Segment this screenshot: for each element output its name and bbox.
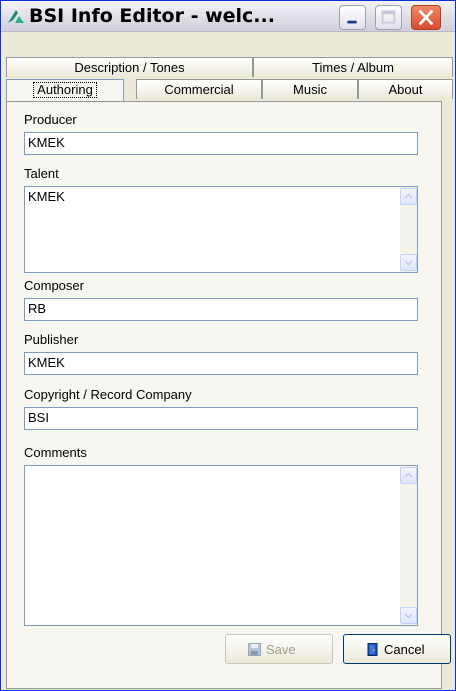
comments-label: Comments bbox=[24, 445, 87, 460]
publisher-label: Publisher bbox=[24, 332, 79, 347]
talent-scrollbar[interactable] bbox=[400, 187, 417, 272]
producer-field[interactable]: KMEK bbox=[24, 132, 418, 155]
scroll-up-button[interactable] bbox=[400, 188, 417, 205]
composer-field[interactable]: RB bbox=[24, 298, 418, 321]
floppy-disk-icon bbox=[248, 643, 261, 656]
copyright-field[interactable]: BSI bbox=[24, 407, 418, 430]
cancel-button[interactable]: Cancel bbox=[343, 634, 451, 664]
chevron-up-icon bbox=[404, 472, 413, 478]
minimize-icon bbox=[347, 20, 357, 24]
exit-door-icon bbox=[367, 643, 378, 656]
publisher-field[interactable]: KMEK bbox=[24, 352, 418, 375]
composer-label: Composer bbox=[24, 278, 84, 293]
scroll-down-button[interactable] bbox=[400, 254, 417, 271]
talent-label: Talent bbox=[24, 166, 59, 181]
maximize-icon bbox=[381, 10, 396, 24]
tab-times-album[interactable]: Times / Album bbox=[253, 57, 453, 77]
close-button[interactable] bbox=[411, 5, 441, 30]
window-title: BSI Info Editor - welc... bbox=[29, 5, 275, 27]
chevron-up-icon bbox=[404, 193, 413, 199]
scroll-down-button[interactable] bbox=[400, 607, 417, 624]
app-logo-icon[interactable] bbox=[7, 8, 25, 24]
tab-about[interactable]: About bbox=[358, 79, 453, 99]
chevron-down-icon bbox=[404, 260, 413, 266]
app-window: BSI Info Editor - welc... Description / … bbox=[0, 0, 456, 691]
talent-value: KMEK bbox=[28, 189, 65, 204]
close-icon bbox=[419, 10, 433, 25]
tab-authoring[interactable]: Authoring bbox=[6, 79, 124, 101]
producer-label: Producer bbox=[24, 112, 77, 127]
chevron-down-icon bbox=[404, 613, 413, 619]
tab-description-tones[interactable]: Description / Tones bbox=[6, 57, 253, 77]
comments-scrollbar[interactable] bbox=[400, 466, 417, 625]
talent-field[interactable]: KMEK bbox=[24, 186, 418, 273]
save-button[interactable]: Save bbox=[225, 634, 333, 664]
authoring-panel: Producer KMEK Talent KMEK Composer RB Pu… bbox=[6, 101, 442, 689]
maximize-button[interactable] bbox=[375, 5, 402, 30]
comments-field[interactable] bbox=[24, 465, 418, 626]
tab-music[interactable]: Music bbox=[262, 79, 358, 99]
minimize-button[interactable] bbox=[339, 5, 366, 30]
copyright-label: Copyright / Record Company bbox=[24, 387, 192, 402]
tab-commercial[interactable]: Commercial bbox=[136, 79, 262, 99]
scroll-up-button[interactable] bbox=[400, 467, 417, 484]
tab-control: Description / Tones Times / Album Author… bbox=[6, 57, 456, 689]
title-bar[interactable]: BSI Info Editor - welc... bbox=[1, 1, 455, 32]
